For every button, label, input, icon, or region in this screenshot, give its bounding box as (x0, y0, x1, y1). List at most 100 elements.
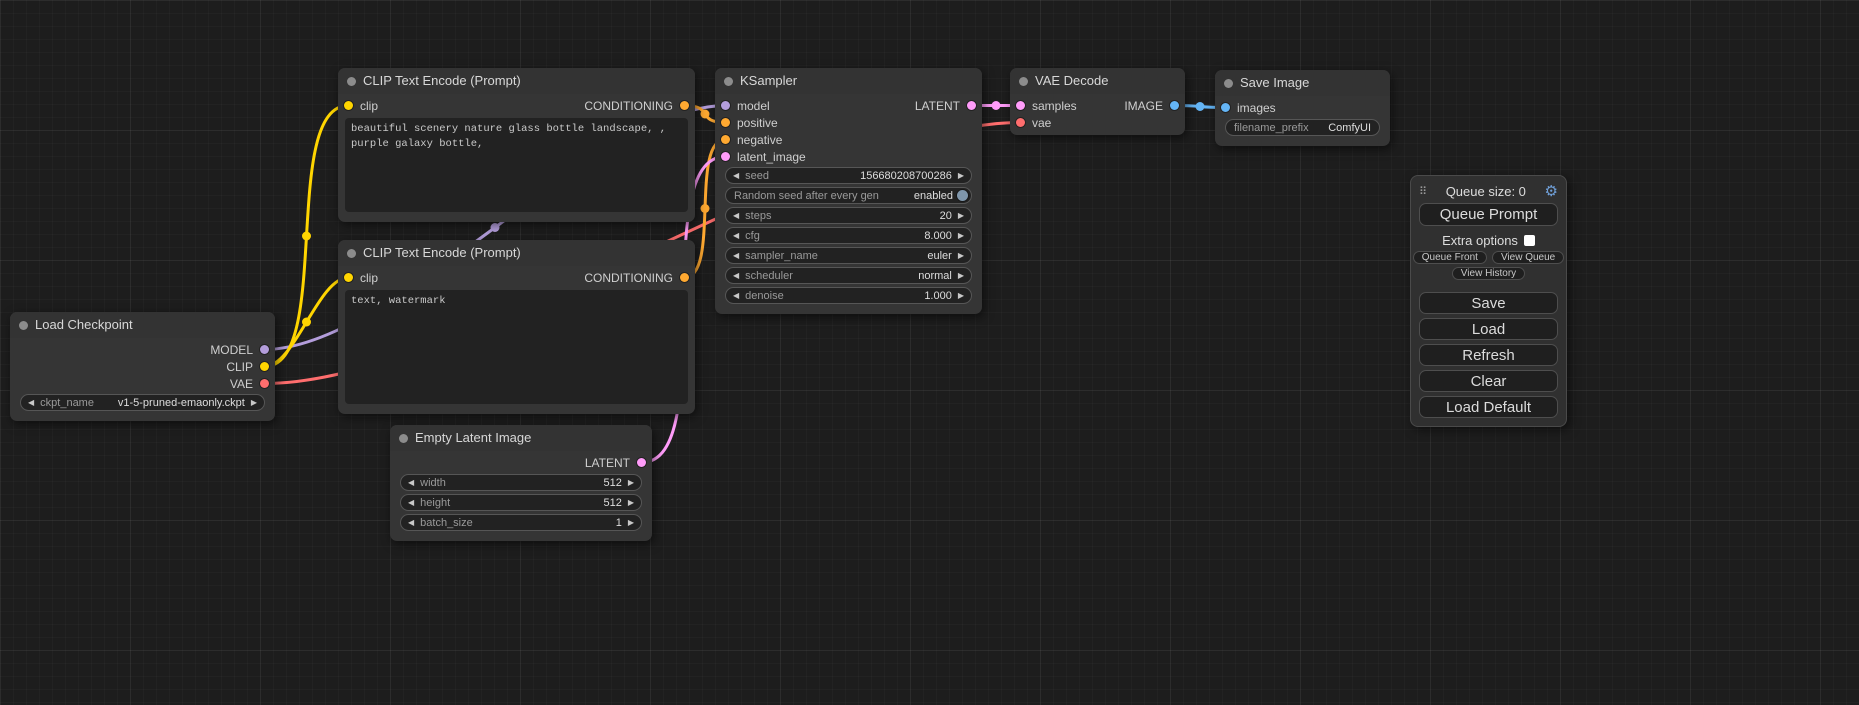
increment-arrow-icon[interactable]: ▶ (251, 399, 257, 407)
node-title-bar[interactable]: Empty Latent Image (390, 425, 652, 451)
node-ksampler[interactable]: KSampler model LATENT positive negative … (715, 68, 982, 314)
decrement-arrow-icon[interactable]: ◀ (733, 272, 739, 280)
port-label: MODEL (210, 343, 253, 357)
widget-cfg[interactable]: ◀ cfg 8.000 ▶ (725, 227, 972, 244)
node-collapse-dot[interactable] (19, 321, 28, 330)
node-collapse-dot[interactable] (1224, 79, 1233, 88)
widget-denoise[interactable]: ◀ denoise 1.000 ▶ (725, 287, 972, 304)
decrement-arrow-icon[interactable]: ◀ (408, 499, 414, 507)
increment-arrow-icon[interactable]: ▶ (958, 292, 964, 300)
input-port-vae[interactable] (1016, 118, 1025, 127)
prompt-textarea[interactable]: text, watermark (345, 290, 688, 404)
decrement-arrow-icon[interactable]: ◀ (408, 479, 414, 487)
decrement-arrow-icon[interactable]: ◀ (733, 172, 739, 180)
node-title-bar[interactable]: CLIP Text Encode (Prompt) (338, 68, 695, 94)
drag-handle-icon[interactable]: ⠿ (1419, 185, 1427, 198)
increment-arrow-icon[interactable]: ▶ (958, 272, 964, 280)
widget-steps[interactable]: ◀ steps 20 ▶ (725, 207, 972, 224)
increment-arrow-icon[interactable]: ▶ (958, 172, 964, 180)
node-vae-decode[interactable]: VAE Decode samples IMAGE vae (1010, 68, 1185, 135)
link-midpoint-dot (491, 223, 500, 232)
view-queue-button[interactable]: View Queue (1492, 251, 1564, 264)
widget-batch-size[interactable]: ◀ batch_size 1 ▶ (400, 514, 642, 531)
input-port-clip[interactable] (344, 101, 353, 110)
decrement-arrow-icon[interactable]: ◀ (733, 252, 739, 260)
graph-canvas[interactable]: Load Checkpoint MODEL CLIP VAE ◀ ckpt_na… (0, 0, 1859, 705)
widget-ckpt-name[interactable]: ◀ ckpt_name v1-5-pruned-emaonly.ckpt ▶ (20, 394, 265, 411)
node-collapse-dot[interactable] (347, 249, 356, 258)
widget-control-after-generate[interactable]: Random seed after every gen enabled (725, 187, 972, 204)
node-clip-text-encode-negative[interactable]: CLIP Text Encode (Prompt) clip CONDITION… (338, 240, 695, 414)
widget-value: v1-5-pruned-emaonly.ckpt (94, 397, 245, 409)
output-port-latent[interactable] (967, 101, 976, 110)
port-label: clip (360, 271, 378, 285)
input-port-negative[interactable] (721, 135, 730, 144)
output-port-clip[interactable] (260, 362, 269, 371)
link-midpoint-dot (302, 232, 311, 241)
increment-arrow-icon[interactable]: ▶ (628, 519, 634, 527)
widget-seed[interactable]: ◀ seed 156680208700286 ▶ (725, 167, 972, 184)
increment-arrow-icon[interactable]: ▶ (958, 212, 964, 220)
widget-label: filename_prefix (1234, 122, 1309, 134)
output-port-latent[interactable] (637, 458, 646, 467)
input-port-images[interactable] (1221, 103, 1230, 112)
widget-label: height (420, 497, 450, 509)
toggle-knob-icon[interactable] (957, 190, 968, 201)
history-row: View History (1419, 267, 1558, 280)
decrement-arrow-icon[interactable]: ◀ (733, 292, 739, 300)
queue-front-button[interactable]: Queue Front (1413, 251, 1487, 264)
increment-arrow-icon[interactable]: ▶ (628, 499, 634, 507)
increment-arrow-icon[interactable]: ▶ (958, 232, 964, 240)
input-port-clip[interactable] (344, 273, 353, 282)
increment-arrow-icon[interactable]: ▶ (958, 252, 964, 260)
widget-label: cfg (745, 230, 760, 242)
node-save-image[interactable]: Save Image images filename_prefix ComfyU… (1215, 70, 1390, 146)
increment-arrow-icon[interactable]: ▶ (628, 479, 634, 487)
port-label: model (737, 99, 770, 113)
load-default-button[interactable]: Load Default (1419, 396, 1558, 418)
widget-height[interactable]: ◀ height 512 ▶ (400, 494, 642, 511)
output-port-image[interactable] (1170, 101, 1179, 110)
settings-gear-icon[interactable]: ⚙ (1545, 184, 1558, 199)
decrement-arrow-icon[interactable]: ◀ (408, 519, 414, 527)
save-button[interactable]: Save (1419, 292, 1558, 314)
node-empty-latent-image[interactable]: Empty Latent Image LATENT ◀ width 512 ▶ … (390, 425, 652, 541)
port-label: LATENT (915, 99, 960, 113)
clear-button[interactable]: Clear (1419, 370, 1558, 392)
queue-actions-row: Queue Front View Queue (1419, 251, 1558, 264)
node-collapse-dot[interactable] (1019, 77, 1028, 86)
output-port-conditioning[interactable] (680, 273, 689, 282)
refresh-button[interactable]: Refresh (1419, 344, 1558, 366)
input-port-model[interactable] (721, 101, 730, 110)
node-collapse-dot[interactable] (347, 77, 356, 86)
widget-width[interactable]: ◀ width 512 ▶ (400, 474, 642, 491)
input-port-samples[interactable] (1016, 101, 1025, 110)
slot-row: positive (715, 114, 982, 131)
node-title-bar[interactable]: CLIP Text Encode (Prompt) (338, 240, 695, 266)
widget-filename-prefix[interactable]: filename_prefix ComfyUI (1225, 119, 1380, 136)
node-load-checkpoint[interactable]: Load Checkpoint MODEL CLIP VAE ◀ ckpt_na… (10, 312, 275, 421)
node-title-bar[interactable]: Load Checkpoint (10, 312, 275, 338)
node-clip-text-encode-positive[interactable]: CLIP Text Encode (Prompt) clip CONDITION… (338, 68, 695, 222)
node-collapse-dot[interactable] (724, 77, 733, 86)
input-port-latent-image[interactable] (721, 152, 730, 161)
view-history-button[interactable]: View History (1452, 267, 1525, 280)
output-port-vae[interactable] (260, 379, 269, 388)
node-title-bar[interactable]: Save Image (1215, 70, 1390, 96)
widget-sampler-name[interactable]: ◀ sampler_name euler ▶ (725, 247, 972, 264)
decrement-arrow-icon[interactable]: ◀ (28, 399, 34, 407)
output-port-conditioning[interactable] (680, 101, 689, 110)
widget-scheduler[interactable]: ◀ scheduler normal ▶ (725, 267, 972, 284)
extra-options-checkbox[interactable] (1524, 235, 1535, 246)
decrement-arrow-icon[interactable]: ◀ (733, 232, 739, 240)
load-button[interactable]: Load (1419, 318, 1558, 340)
output-port-model[interactable] (260, 345, 269, 354)
widget-label: batch_size (420, 517, 473, 529)
decrement-arrow-icon[interactable]: ◀ (733, 212, 739, 220)
queue-prompt-button[interactable]: Queue Prompt (1419, 203, 1558, 226)
prompt-textarea[interactable]: beautiful scenery nature glass bottle la… (345, 118, 688, 212)
node-title-bar[interactable]: KSampler (715, 68, 982, 94)
node-collapse-dot[interactable] (399, 434, 408, 443)
input-port-positive[interactable] (721, 118, 730, 127)
node-title-bar[interactable]: VAE Decode (1010, 68, 1185, 94)
